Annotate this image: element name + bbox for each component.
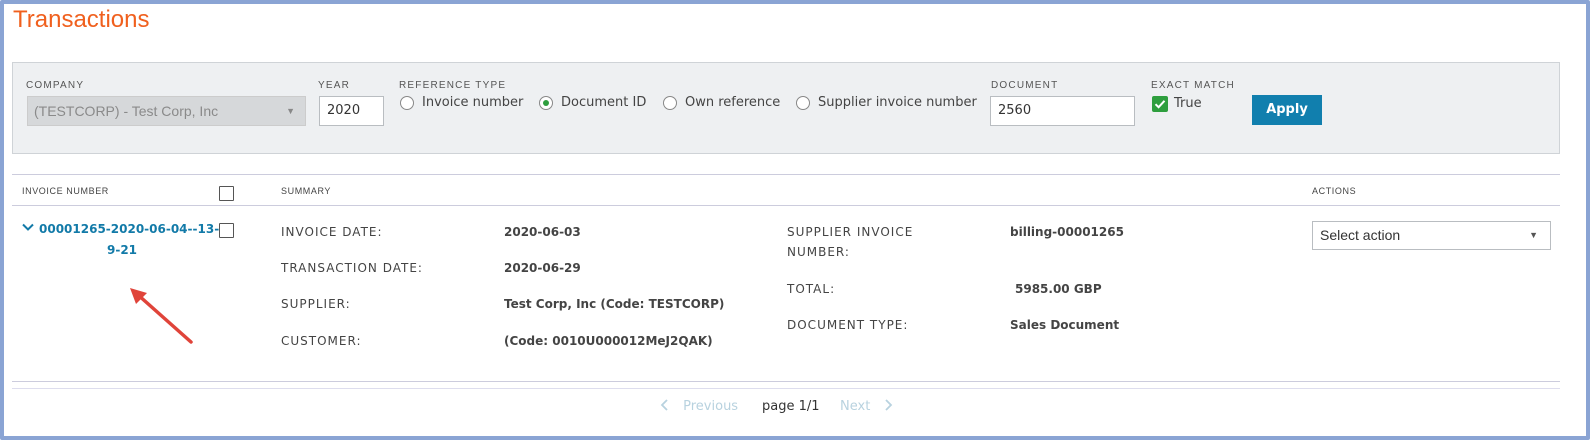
total-value: 5985.00 GBP (1015, 282, 1102, 296)
checkmark-icon (1154, 100, 1166, 109)
radio-circle-checked[interactable] (539, 95, 553, 110)
year-label: YEAR (318, 80, 351, 91)
table-header: INVOICE NUMBER SUMMARY ACTIONS (12, 174, 1560, 206)
radio-label: Invoice number (422, 95, 524, 110)
radio-circle[interactable] (796, 95, 810, 110)
document-label: DOCUMENT (991, 80, 1059, 91)
next-label: Next (840, 399, 871, 414)
year-input[interactable]: 2020 (319, 96, 384, 126)
radio-invoice-number[interactable]: Invoice number (400, 95, 523, 110)
action-select[interactable]: Select action ▼ (1312, 221, 1551, 250)
radio-circle[interactable] (400, 95, 414, 110)
next-button[interactable]: Next (840, 399, 893, 414)
page-indicator: page 1/1 (762, 399, 820, 414)
company-value: (TESTCORP) - Test Corp, Inc (34, 103, 219, 119)
previous-button[interactable]: Previous (660, 399, 738, 414)
invoice-number-line2[interactable]: 9-21 (107, 240, 137, 261)
caret-down-icon: ▼ (1529, 230, 1538, 240)
radio-label: Supplier invoice number (818, 95, 977, 110)
document-type-value: Sales Document (1010, 318, 1120, 332)
header-actions: ACTIONS (1312, 186, 1357, 196)
transaction-date-value: 2020-06-29 (504, 261, 581, 275)
radio-label: Own reference (685, 95, 781, 110)
supplier-invoice-number-value: billing-00001265 (1010, 225, 1124, 239)
previous-label: Previous (683, 399, 739, 414)
table-row: 00001265-2020-06-04--13-1 9-21 INVOICE D… (12, 206, 1560, 382)
invoice-date-value: 2020-06-03 (504, 225, 581, 239)
transaction-date-label: TRANSACTION DATE: (281, 261, 423, 275)
customer-label: CUSTOMER: (281, 334, 362, 348)
total-label: TOTAL: (787, 282, 836, 296)
chevron-right-icon (874, 399, 893, 414)
radio-circle[interactable] (663, 95, 677, 110)
header-summary: SUMMARY (281, 186, 332, 196)
annotation-arrow-icon (125, 283, 200, 353)
reference-type-label: REFERENCE TYPE (399, 80, 507, 91)
company-label: COMPANY (26, 80, 85, 91)
row-checkbox[interactable] (219, 223, 234, 238)
exact-match-checkbox[interactable] (1152, 96, 1168, 112)
radio-label: Document ID (561, 95, 647, 110)
chevron-left-icon (660, 399, 683, 414)
supplier-invoice-number-label-cont: NUMBER: (787, 245, 850, 259)
action-select-value: Select action (1320, 227, 1401, 243)
invoice-date-label: INVOICE DATE: (281, 225, 383, 239)
exact-match-label: EXACT MATCH (1151, 80, 1235, 91)
header-invoice-number: INVOICE NUMBER (22, 186, 109, 196)
radio-own-reference[interactable]: Own reference (663, 95, 780, 110)
supplier-value: Test Corp, Inc (Code: TESTCORP) (504, 297, 725, 311)
exact-match-option-label: True (1174, 96, 1202, 111)
radio-supplier-invoice-number[interactable]: Supplier invoice number (796, 95, 977, 110)
invoice-number-line1[interactable]: 00001265-2020-06-04--13-1 (39, 219, 228, 240)
supplier-label: SUPPLIER: (281, 297, 351, 311)
document-input[interactable]: 2560 (990, 96, 1135, 126)
divider (12, 381, 1560, 382)
divider (12, 388, 1560, 389)
customer-value: (Code: 0010U000012MeJ2QAK) (504, 334, 713, 348)
caret-down-icon: ▼ (286, 106, 295, 116)
select-all-checkbox[interactable] (219, 186, 234, 201)
company-select[interactable]: (TESTCORP) - Test Corp, Inc ▼ (27, 96, 306, 126)
chevron-down-icon[interactable] (22, 219, 34, 240)
document-type-label: DOCUMENT TYPE: (787, 318, 909, 332)
filter-panel: COMPANY (TESTCORP) - Test Corp, Inc ▼ YE… (12, 62, 1560, 154)
page-title: Transactions (13, 6, 150, 33)
radio-document-id[interactable]: Document ID (539, 95, 646, 110)
apply-button[interactable]: Apply (1252, 95, 1322, 125)
supplier-invoice-number-label: SUPPLIER INVOICE (787, 225, 914, 239)
